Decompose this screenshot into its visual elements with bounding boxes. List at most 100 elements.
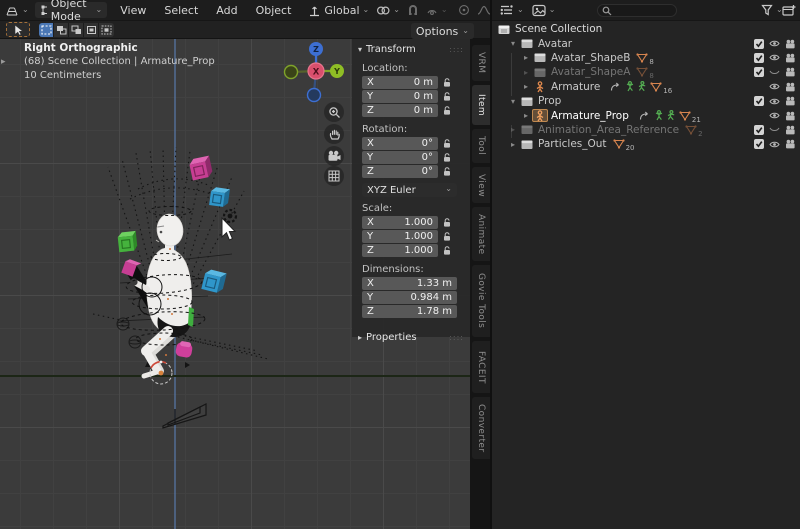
render-camera-icon[interactable] (785, 96, 796, 106)
dimensions-y-field[interactable]: Y0.984 m (362, 291, 457, 304)
render-camera-icon[interactable] (785, 39, 796, 49)
render-camera-icon[interactable] (785, 82, 796, 92)
expand-arrow-icon[interactable] (511, 125, 521, 134)
scale-x-field[interactable]: X1.000 (362, 216, 438, 229)
navigation-gizmo[interactable]: Z Y X (285, 42, 345, 102)
exclude-checkbox[interactable] (754, 39, 764, 49)
expand-arrow-icon[interactable] (524, 53, 534, 62)
menu-select[interactable]: Select (155, 4, 207, 17)
scale-z-field[interactable]: Z1.000 (362, 244, 438, 257)
render-camera-icon[interactable] (785, 111, 796, 121)
outliner-row-avatar-shapeb[interactable]: Avatar_ShapeB 8 (492, 51, 800, 65)
eye-closed-icon[interactable] (769, 125, 780, 134)
eye-open-icon[interactable] (769, 39, 780, 48)
tab-converter[interactable]: Converter (472, 397, 490, 459)
lock-icon[interactable] (443, 92, 452, 102)
select-mode-intersect[interactable] (99, 23, 114, 37)
transform-panel-header[interactable]: Transform (352, 42, 470, 57)
scale-y-field[interactable]: Y1.000 (362, 230, 438, 243)
rotation-y-field[interactable]: Y0° (362, 151, 438, 164)
display-mode-dropdown[interactable] (532, 4, 556, 17)
render-camera-icon[interactable] (785, 67, 796, 77)
outliner-row-scene-collection[interactable]: Scene Collection (492, 22, 800, 36)
mode-dropdown[interactable]: Object Mode (35, 2, 108, 18)
active-tool-button[interactable] (6, 22, 30, 37)
eye-open-icon[interactable] (769, 97, 780, 106)
menu-add[interactable]: Add (207, 4, 246, 17)
filter-dropdown[interactable] (761, 4, 783, 17)
exclude-checkbox[interactable] (754, 53, 764, 63)
lock-icon[interactable] (443, 246, 452, 256)
eye-open-icon[interactable] (769, 111, 780, 120)
tab-faceit[interactable]: FACEIT (472, 341, 490, 393)
snap-settings-dropdown[interactable] (426, 4, 448, 17)
location-y-field[interactable]: Y0 m (362, 90, 438, 103)
outliner-row-animation-area-reference[interactable]: Animation_Area_Reference 2 (492, 123, 800, 137)
gizmo-y-neg-axis[interactable] (285, 66, 298, 79)
lock-icon[interactable] (443, 139, 452, 149)
outliner-editor-dropdown[interactable] (500, 4, 524, 17)
snap-toggle[interactable] (407, 4, 419, 17)
select-mode-subtract[interactable] (69, 23, 84, 37)
location-x-field[interactable]: X0 m (362, 76, 438, 89)
tab-view[interactable]: View (472, 167, 490, 203)
lock-icon[interactable] (443, 78, 452, 88)
outliner-row-avatar[interactable]: Avatar (492, 36, 800, 50)
toolbar-expand-arrow[interactable]: ▸ (1, 57, 6, 67)
pan-view-button[interactable] (324, 124, 344, 144)
expand-arrow-icon[interactable] (511, 140, 521, 149)
dimensions-z-field[interactable]: Z1.78 m (362, 305, 457, 318)
proportional-editing-toggle[interactable] (458, 4, 470, 16)
lock-icon[interactable] (443, 167, 452, 177)
dimensions-x-field[interactable]: X1.33 m (362, 277, 457, 290)
expand-arrow-icon[interactable] (511, 97, 521, 106)
expand-arrow-icon[interactable] (524, 68, 534, 77)
options-button[interactable]: Options (411, 23, 474, 39)
menu-view[interactable]: View (111, 4, 155, 17)
eye-open-icon[interactable] (769, 140, 780, 149)
tab-item[interactable]: Item (472, 85, 490, 125)
search-input[interactable] (612, 5, 672, 16)
rotation-mode-dropdown[interactable]: XYZ Euler (362, 183, 457, 197)
tab-animate[interactable]: Animate (472, 207, 490, 261)
panel-drag-handle[interactable] (449, 332, 464, 343)
menu-object[interactable]: Object (247, 4, 301, 17)
outliner-row-armature[interactable]: Armature 16 (492, 80, 800, 94)
select-mode-extend[interactable] (54, 23, 69, 37)
orthographic-toggle-button[interactable] (324, 166, 344, 186)
lock-icon[interactable] (443, 153, 452, 163)
eye-closed-icon[interactable] (769, 68, 780, 77)
eye-open-icon[interactable] (769, 82, 780, 91)
render-camera-icon[interactable] (785, 53, 796, 63)
lock-icon[interactable] (443, 232, 452, 242)
select-mode-set[interactable] (39, 23, 54, 37)
outliner-row-particles-out[interactable]: Particles_Out 20 (492, 137, 800, 151)
tab-tool[interactable]: Tool (472, 129, 490, 163)
pivot-point-dropdown[interactable] (376, 4, 400, 17)
exclude-checkbox[interactable] (754, 67, 764, 77)
render-camera-icon[interactable] (785, 139, 796, 149)
expand-arrow-icon[interactable] (524, 82, 534, 91)
outliner-row-prop[interactable]: Prop (492, 94, 800, 108)
gizmo-z-neg-axis[interactable] (308, 89, 321, 102)
tab-vrm[interactable]: VRM (472, 45, 490, 81)
rotation-x-field[interactable]: X0° (362, 137, 438, 150)
orientation-dropdown[interactable]: Global (308, 4, 369, 17)
outliner-search[interactable] (597, 4, 677, 17)
exclude-checkbox[interactable] (754, 96, 764, 106)
exclude-checkbox[interactable] (754, 139, 764, 149)
editor-type-button[interactable] (5, 4, 29, 17)
tab-govie-tools[interactable]: Govie Tools (472, 265, 490, 337)
lock-icon[interactable] (443, 106, 452, 116)
exclude-checkbox[interactable] (754, 125, 764, 135)
zoom-view-button[interactable] (324, 102, 344, 122)
eye-open-icon[interactable] (769, 53, 780, 62)
camera-view-button[interactable] (324, 146, 344, 166)
outliner-row-avatar-shapea[interactable]: Avatar_ShapeA 8 (492, 65, 800, 79)
outliner-row-armature-prop[interactable]: Armature_Prop 21 (492, 108, 800, 122)
properties-panel-header[interactable]: Properties (352, 330, 470, 345)
location-z-field[interactable]: Z0 m (362, 104, 438, 117)
select-mode-invert[interactable] (84, 23, 99, 37)
panel-drag-handle[interactable] (449, 44, 464, 55)
rotation-z-field[interactable]: Z0° (362, 165, 438, 178)
